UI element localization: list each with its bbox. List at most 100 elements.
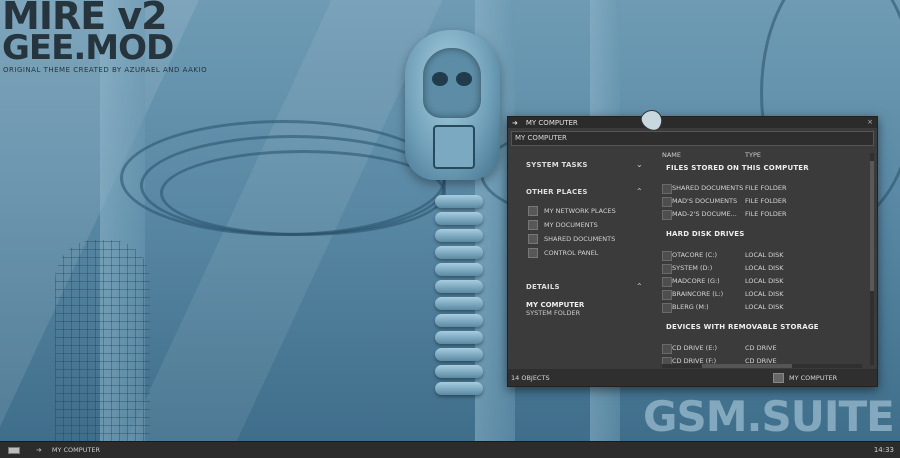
column-header-type[interactable]: TYPE — [745, 151, 761, 159]
list-item[interactable]: MAD'S DOCUMENTS FILE FOLDER — [662, 196, 862, 207]
place-shared-documents[interactable]: SHARED DOCUMENTS — [528, 234, 615, 244]
item-type: FILE FOLDER — [745, 197, 787, 205]
hard-disk-icon — [662, 251, 672, 261]
horizontal-scrollbar[interactable] — [662, 364, 862, 368]
scrollbar-thumb[interactable] — [870, 161, 874, 291]
robot-jaw — [433, 125, 475, 169]
folder-icon — [662, 197, 672, 207]
other-places-header[interactable]: OTHER PLACES — [526, 188, 588, 196]
hard-disk-icon — [662, 303, 672, 313]
system-tasks-header[interactable]: SYSTEM TASKS — [526, 161, 588, 169]
suite-watermark: GSM.SUITE — [643, 392, 895, 441]
item-name: BRAINCORE (L:) — [672, 290, 724, 298]
list-item[interactable]: BRAINCORE (L:) LOCAL DISK — [662, 289, 862, 300]
column-header-name[interactable]: NAME — [662, 151, 681, 159]
my-computer-window[interactable]: ➜ MY COMPUTER × MY COMPUTER SYSTEM TASKS… — [507, 116, 878, 387]
arrow-right-icon: ➜ — [36, 446, 42, 454]
details-header[interactable]: DETAILS — [526, 283, 560, 291]
list-item[interactable]: CD DRIVE (E:) CD DRIVE — [662, 343, 862, 354]
item-name: SYSTEM (D:) — [672, 264, 713, 272]
taskbar-item-my-computer[interactable]: ➜ MY COMPUTER — [36, 442, 156, 458]
network-icon — [528, 206, 538, 216]
task-pane: SYSTEM TASKS ⌄ OTHER PLACES ⌃ MY NETWORK… — [520, 147, 648, 369]
spine-vertebra — [435, 229, 483, 242]
spine-vertebra — [435, 297, 483, 310]
status-bar: 14 OBJECTS MY COMPUTER — [508, 369, 877, 386]
item-type: LOCAL DISK — [745, 277, 784, 285]
scrollbar-thumb[interactable] — [702, 364, 792, 368]
hard-disk-icon — [662, 277, 672, 287]
file-list: NAME TYPE FILES STORED ON THIS COMPUTER … — [658, 147, 868, 369]
item-name: CD DRIVE (E:) — [672, 344, 718, 352]
spine-vertebra — [435, 246, 483, 259]
spine-vertebra — [435, 331, 483, 344]
start-button[interactable] — [8, 447, 20, 454]
item-type: LOCAL DISK — [745, 303, 784, 311]
wire-cage — [55, 240, 150, 441]
chevron-up-icon[interactable]: ⌃ — [636, 282, 643, 291]
list-item[interactable]: BLERG (M:) LOCAL DISK — [662, 302, 862, 313]
spine-vertebra — [435, 280, 483, 293]
chevron-down-icon[interactable]: ⌄ — [636, 160, 643, 169]
skull-eye — [432, 72, 448, 86]
status-location-label: MY COMPUTER — [789, 374, 838, 382]
group-header: DEVICES WITH REMOVABLE STORAGE — [666, 323, 819, 331]
item-type: LOCAL DISK — [745, 264, 784, 272]
place-my-documents[interactable]: MY DOCUMENTS — [528, 220, 598, 230]
skull-eye — [456, 72, 472, 86]
address-bar[interactable]: MY COMPUTER — [511, 131, 874, 146]
item-type: LOCAL DISK — [745, 290, 784, 298]
spine-vertebra — [435, 263, 483, 276]
spine-vertebra — [435, 365, 483, 378]
spine-vertebra — [435, 382, 483, 395]
folder-icon — [528, 234, 538, 244]
cd-drive-icon — [662, 344, 672, 354]
place-label: SHARED DOCUMENTS — [544, 235, 616, 243]
status-location: MY COMPUTER — [773, 373, 837, 383]
item-name: MADCORE (G:) — [672, 277, 720, 285]
item-name: SHARED DOCUMENTS — [672, 184, 744, 192]
system-clock[interactable]: 14:33 — [874, 446, 894, 454]
group-header: HARD DISK DRIVES — [666, 230, 745, 238]
place-label: MY NETWORK PLACES — [544, 207, 616, 215]
folder-icon — [662, 184, 672, 194]
theme-logo-subtitle: GEE.MOD — [2, 28, 174, 68]
object-count: 14 OBJECTS — [511, 374, 550, 382]
close-icon[interactable]: × — [867, 118, 873, 126]
folder-icon — [528, 220, 538, 230]
place-label: CONTROL PANEL — [544, 249, 599, 257]
list-item[interactable]: MADCORE (G:) LOCAL DISK — [662, 276, 862, 287]
item-type: FILE FOLDER — [745, 184, 787, 192]
place-my-network-places[interactable]: MY NETWORK PLACES — [528, 206, 616, 216]
list-item[interactable]: OTACORE (C:) LOCAL DISK — [662, 250, 862, 261]
taskbar: ➜ MY COMPUTER 14:33 — [0, 441, 900, 458]
details-title: MY COMPUTER — [526, 301, 585, 309]
hard-disk-icon — [662, 290, 672, 300]
details-subtitle: SYSTEM FOLDER — [526, 309, 581, 317]
list-item[interactable]: SYSTEM (D:) LOCAL DISK — [662, 263, 862, 274]
window-body: SYSTEM TASKS ⌄ OTHER PLACES ⌃ MY NETWORK… — [508, 147, 877, 369]
spine-vertebra — [435, 348, 483, 361]
item-name: MAD'S DOCUMENTS — [672, 197, 738, 205]
list-item[interactable]: SHARED DOCUMENTS FILE FOLDER — [662, 183, 862, 194]
skull-face — [423, 48, 481, 118]
item-type: FILE FOLDER — [745, 210, 787, 218]
list-item[interactable]: MAD-2'S DOCUME... FILE FOLDER — [662, 209, 862, 220]
hard-disk-icon — [662, 264, 672, 274]
chevron-up-icon[interactable]: ⌃ — [636, 187, 643, 196]
spine-vertebra — [435, 195, 483, 208]
computer-icon — [773, 373, 784, 383]
robot-head — [405, 30, 500, 180]
cable-bundle — [160, 150, 446, 236]
place-control-panel[interactable]: CONTROL PANEL — [528, 248, 598, 258]
vertical-scrollbar[interactable] — [870, 153, 874, 365]
arrow-right-icon: ➜ — [512, 118, 518, 127]
item-type: CD DRIVE — [745, 344, 777, 352]
control-panel-icon — [528, 248, 538, 258]
taskbar-item-label: MY COMPUTER — [51, 446, 101, 454]
item-type: LOCAL DISK — [745, 251, 784, 259]
item-name: BLERG (M:) — [672, 303, 709, 311]
window-titlebar[interactable]: ➜ MY COMPUTER × — [508, 117, 877, 128]
window-title: MY COMPUTER — [525, 118, 578, 127]
group-header: FILES STORED ON THIS COMPUTER — [666, 164, 809, 172]
